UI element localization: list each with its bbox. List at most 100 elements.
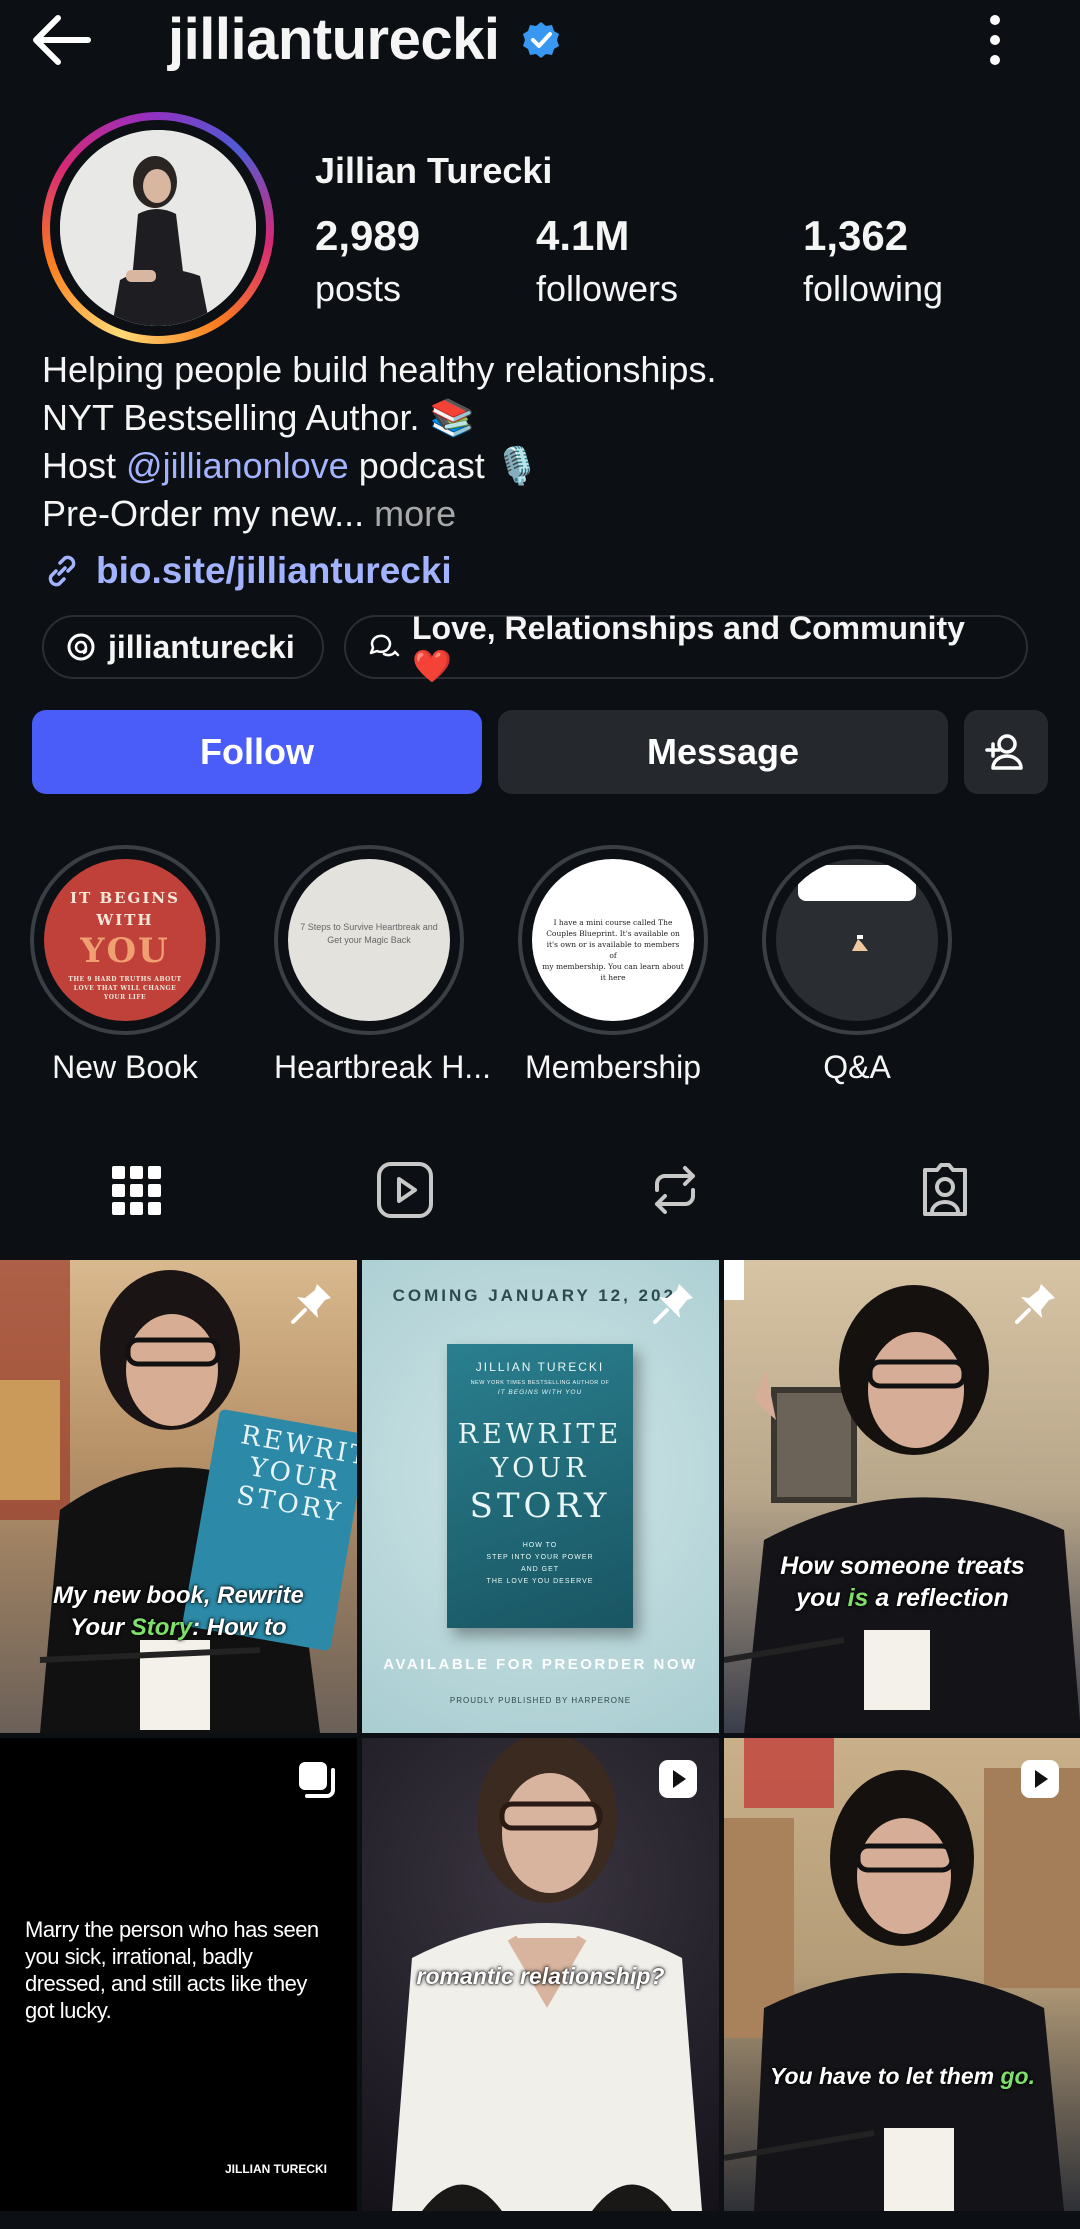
followers-count: 4.1M [536,212,630,259]
highlight-cover: 7 Steps to Survive Heartbreak and Get yo… [288,859,450,1021]
posts-label: posts [315,268,402,309]
book-author-sub2: IT BEGINS WITH YOU [497,1389,583,1396]
suggest-people-button[interactable] [964,710,1048,794]
highlight-heartbreak[interactable]: 7 Steps to Survive Heartbreak and Get yo… [274,845,491,1086]
threads-icon [66,632,96,662]
post-publisher: PROUDLY PUBLISHED BY HARPERONE [449,1696,632,1705]
caption-text: a reflection [868,1584,1009,1612]
verified-badge-icon [521,20,561,60]
highlight-cover-text: Get your Magic Back [327,935,411,945]
tab-tagged[interactable] [915,1160,975,1220]
message-button[interactable]: Message [498,710,948,794]
highlight-cover-text: my membership. You can learn about [542,962,684,971]
posts-stat[interactable]: 2,989 posts [315,212,420,310]
follow-button[interactable]: Follow [32,710,482,794]
bio: Helping people build healthy relationshi… [42,346,716,538]
pinned-icon [1013,1280,1059,1326]
highlight-membership[interactable]: I have a mini course called The Couples … [518,845,708,1086]
following-count: 1,362 [803,212,909,259]
bio-more-link[interactable]: more [374,493,456,534]
link-icon [42,551,82,591]
posts-count: 2,989 [315,212,421,259]
post-tile[interactable]: How someone treats you is a reflection [724,1260,1080,1733]
highlight-cover-text: it's own or is available to members of [546,940,680,960]
highlight-label: Q&A [823,1049,891,1085]
display-name: Jillian Turecki [315,150,553,191]
community-pill[interactable]: Love, Relationships and Community ❤️ [344,610,1028,684]
hand-emoji-icon [848,931,872,955]
tagged-person-icon [915,1160,975,1220]
highlight-cover-text: it here [600,973,626,982]
book-title-line: YOU [80,931,170,971]
caption-highlight: is [847,1584,869,1612]
caption-text: : How to [192,1614,287,1641]
back-arrow-icon[interactable] [28,10,98,70]
profile-avatar-story-ring[interactable] [42,112,274,344]
post-caption: How someone treats you is a reflection [724,1550,1080,1614]
threads-handle: jillianturecki [108,628,295,665]
highlight-cover [776,859,938,1021]
book-subtitle: THE 9 HARD TRUTHS ABOUT LOVE THAT WILL C… [68,976,182,1001]
bio-line-4: Pre-Order my new... more [42,490,716,538]
book-title-line: YOUR [490,1453,590,1484]
reel-icon [1019,1758,1061,1800]
highlight-label: Membership [524,1049,702,1085]
book-title-line: REWRITE [457,1419,623,1450]
book-cover: JILLIAN TURECKI NEW YORK TIMES BESTSELLI… [447,1344,633,1628]
book-title-line: IT BEGINS [70,889,180,907]
grid-icon [106,1160,166,1220]
bio-line-3: Host @jillianonlove podcast 🎙️ [42,442,716,490]
bio-link[interactable]: bio.site/jillianturecki [42,550,452,592]
followers-stat[interactable]: 4.1M followers [536,212,678,310]
post-tile[interactable]: Marry the person who has seen you sick, … [0,1738,357,2211]
tab-reels[interactable] [375,1160,435,1220]
carousel-icon [295,1758,337,1800]
caption-highlight: go. [1000,2063,1035,2089]
highlight-label: New Book [52,1049,198,1085]
post-tile[interactable]: romantic relationship? [362,1738,719,2211]
highlight-new-book[interactable]: IT BEGINS WITH YOU THE 9 HARD TRUTHS ABO… [30,845,220,1086]
caption-text: You have to let them [770,2063,1001,2089]
tab-grid[interactable] [106,1160,166,1220]
post-signature: JILLIAN TURECKI [225,2162,327,2176]
add-person-icon [983,732,1029,772]
avatar [60,130,256,326]
caption-line: How someone treats [780,1552,1025,1580]
post-caption: romantic relationship? [416,1963,665,1989]
bio-link-text: bio.site/jillianturecki [96,550,452,591]
bio-line-1: Helping people build healthy relationshi… [42,349,717,390]
bio-line-2: NYT Bestselling Author. 📚 [42,397,475,438]
caption-line: you is a reflection [724,1582,1080,1614]
post-tile[interactable]: COMING JANUARY 12, 2026 JILLIAN TURECKI … [362,1260,719,1733]
highlight-cover-text: I have a mini course called The [553,918,673,927]
bio-host-text: Host [42,445,127,486]
highlight-label: Heartbreak H... [274,1049,491,1085]
post-caption: You have to let them go. [724,2060,1080,2092]
highlight-cover-text: 7 Steps to Survive Heartbreak and [300,922,438,932]
reels-icon [375,1160,435,1220]
book-subtitle-line: HOW TO [522,1542,558,1549]
more-options-icon[interactable] [980,12,1010,68]
podcast-mention-link[interactable]: @jillianonlove [126,445,349,486]
caption-text: you [796,1584,848,1612]
caption-highlight: Story [130,1614,193,1641]
book-title-line: STORY [469,1486,611,1526]
header-title: jillianturecki [168,6,561,73]
book-subtitle-line: AND GET [520,1566,560,1573]
bio-podcast-text: podcast 🎙️ [348,445,540,486]
highlight-qa[interactable]: Q&A [762,845,952,1086]
following-stat[interactable]: 1,362 following [803,212,943,310]
threads-pill[interactable]: jillianturecki [42,615,324,679]
book-author: JILLIAN TURECKI [475,1360,605,1374]
caption-line: Your Story: How to [0,1612,357,1644]
pinned-icon [651,1280,697,1326]
book-subtitle-line: STEP INTO YOUR POWER [486,1554,594,1561]
tab-reposts[interactable] [645,1160,705,1220]
bio-preorder-text: Pre-Order my new... [42,493,365,534]
highlight-cover: IT BEGINS WITH YOU THE 9 HARD TRUTHS ABO… [44,859,206,1021]
post-bottom-text: AVAILABLE FOR PREORDER NOW [383,1656,698,1673]
post-quote: Marry the person who has seen you sick, … [25,1917,319,2023]
post-tile[interactable]: REWRITE YOUR STORY My new book, Rewrite … [0,1260,357,1733]
post-tile[interactable]: You have to let them go. [724,1738,1080,2211]
followers-label: followers [536,268,679,309]
